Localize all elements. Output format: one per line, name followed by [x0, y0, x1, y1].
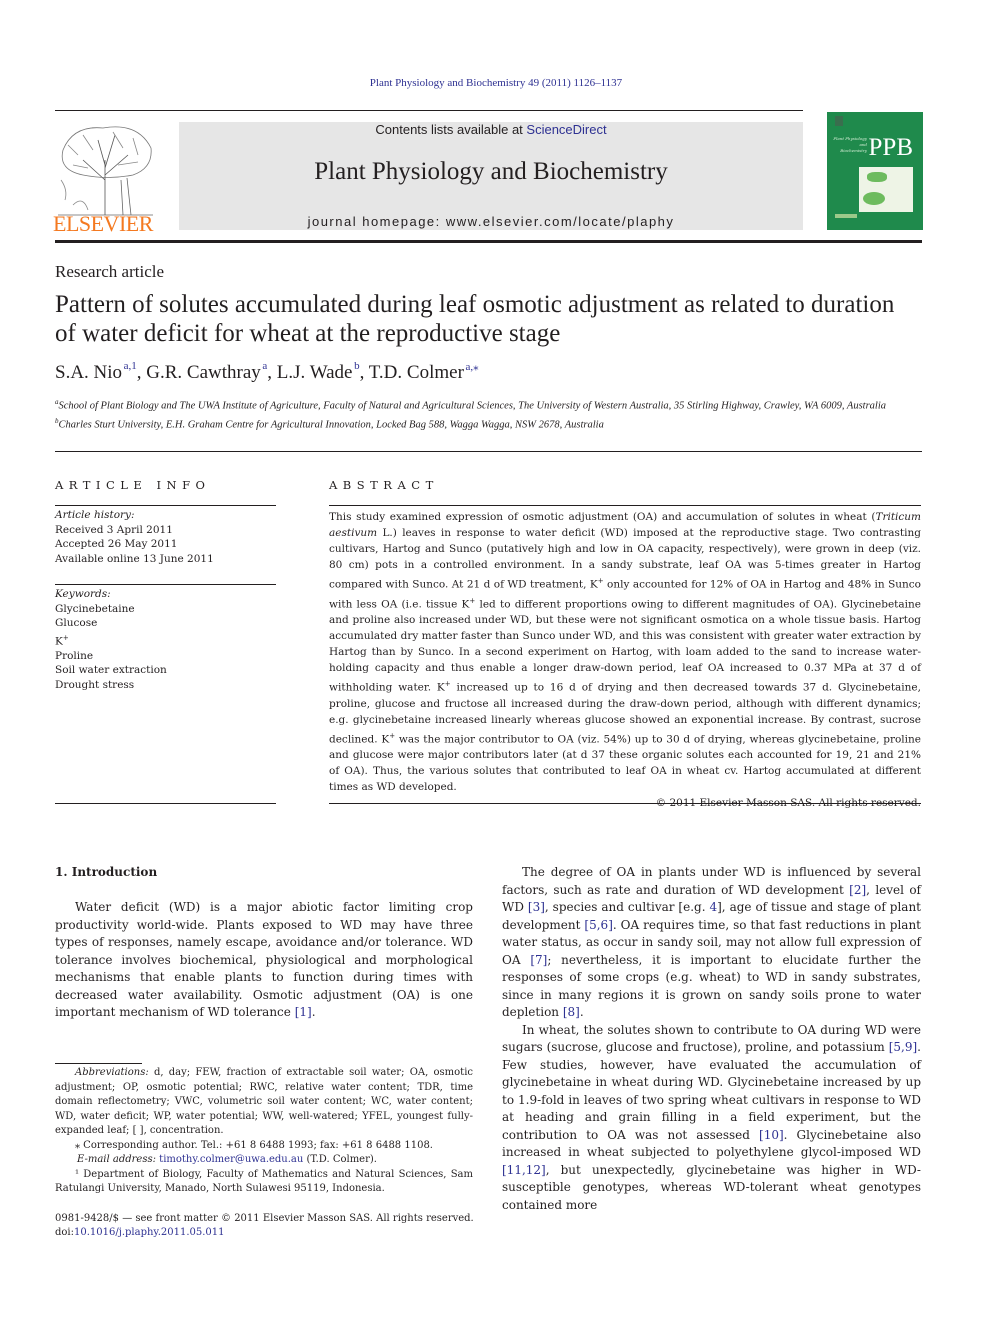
- superscript: +: [62, 633, 69, 642]
- contents-prefix: Contents lists available at: [375, 122, 527, 137]
- reference-link[interactable]: [5,6]: [584, 918, 612, 932]
- section-heading-introduction: 1. Introduction: [55, 865, 158, 879]
- paragraph-text: , but unexpectedly, glycinebetaine was h…: [502, 1162, 921, 1212]
- author-name: S.A. Nio: [55, 362, 123, 383]
- journal-cover-thumbnail[interactable]: Plant Physiology and Biochemistry PPB: [827, 112, 923, 230]
- doi-line: doi:10.1016/j.plaphy.2011.05.011: [55, 1226, 485, 1240]
- front-matter: 0981-9428/$ — see front matter © 2011 El…: [55, 1212, 485, 1240]
- abstract-copyright: © 2011 Elsevier Masson SAS. All rights r…: [655, 797, 921, 809]
- author-affiliation-link[interactable]: b: [354, 360, 360, 372]
- corresponding-author-footnote: ⁎ Corresponding author. Tel.: +61 8 6488…: [75, 1139, 433, 1151]
- contents-line: Contents lists available at ScienceDirec…: [179, 122, 803, 137]
- divider: [55, 803, 276, 804]
- reference-link[interactable]: 4: [709, 900, 717, 914]
- journal-banner: Contents lists available at ScienceDirec…: [179, 122, 803, 230]
- header-thick-rule: [55, 240, 922, 243]
- author-name: L.J. Wade: [276, 362, 353, 383]
- abstract-body: This study examined expression of osmoti…: [329, 509, 921, 811]
- footnotes: Abbreviations: d, day; FEW, fraction of …: [55, 1066, 473, 1197]
- abstract-heading: ABSTRACT: [329, 478, 439, 492]
- affiliation-footnote: ¹ Department of Biology, Faculty of Math…: [55, 1168, 473, 1195]
- affiliation-item: aSchool of Plant Biology and The UWA Ins…: [55, 395, 921, 414]
- sciencedirect-link[interactable]: ScienceDirect: [526, 122, 606, 137]
- keywords-label: Keywords:: [55, 588, 111, 600]
- intro-paragraph: Water deficit (WD) is a major abiotic fa…: [55, 900, 473, 1019]
- history-online: Available online 13 June 2011: [55, 552, 214, 565]
- author-affiliation-link[interactable]: a,⁎: [466, 361, 479, 373]
- email-link[interactable]: timothy.colmer@uwa.edu.au: [159, 1154, 303, 1165]
- cover-abbrev: PPB: [868, 134, 913, 161]
- footnote-label: E-mail address:: [77, 1154, 156, 1165]
- cover-leaf-icon: [863, 192, 885, 205]
- history-received: Received 3 April 2011: [55, 523, 173, 536]
- journal-name: Plant Physiology and Biochemistry: [314, 158, 668, 185]
- footnote-rule: [55, 1063, 142, 1064]
- keyword-item: Proline: [55, 649, 94, 662]
- journal-citation[interactable]: Plant Physiology and Biochemistry 49 (20…: [0, 77, 992, 89]
- paragraph-text: .: [579, 1005, 584, 1019]
- author-list: S.A. Nio a,1, G.R. Cawthray a, L.J. Wade…: [55, 360, 479, 383]
- reference-link[interactable]: [3]: [528, 900, 545, 914]
- paragraph-text: Water deficit (WD) is a major abiotic fa…: [55, 900, 473, 1019]
- journal-homepage[interactable]: journal homepage: www.elsevier.com/locat…: [179, 214, 803, 229]
- cover-publisher-logo-icon: [835, 116, 843, 126]
- author-name: T.D. Colmer: [368, 362, 464, 383]
- issn-line: 0981-9428/$ — see front matter © 2011 El…: [55, 1213, 474, 1224]
- doi-link[interactable]: 10.1016/j.plaphy.2011.05.011: [74, 1227, 225, 1238]
- paragraph-text: . Few studies, however, have evaluated t…: [502, 1040, 921, 1142]
- abstract-text: led to different proportions owing to di…: [329, 598, 921, 694]
- history-label: Article history:: [55, 509, 135, 521]
- paragraph-text: In wheat, the solutes shown to contribut…: [502, 1022, 921, 1055]
- cover-leaf-icon: [867, 172, 887, 182]
- article-title: Pattern of solutes accumulated during le…: [55, 291, 895, 347]
- section-rule: [55, 451, 922, 452]
- article-type: Research article: [55, 262, 165, 281]
- keyword-item: K+: [55, 633, 69, 648]
- divider: [55, 584, 276, 585]
- keyword-item: Glycinebetaine: [55, 602, 135, 615]
- author-name: G.R. Cawthray: [146, 362, 261, 383]
- reference-link[interactable]: [1]: [295, 1005, 312, 1019]
- intro-paragraph: The degree of OA in plants under WD is i…: [502, 864, 921, 1022]
- history-accepted: Accepted 26 May 2011: [55, 538, 178, 550]
- reference-link[interactable]: [10]: [759, 1128, 784, 1142]
- article-history: Article history: Received 3 April 2011 A…: [55, 508, 276, 566]
- author-affiliation-link[interactable]: a,1: [124, 360, 137, 372]
- cover-small-title: Plant Physiology and Biochemistry: [833, 136, 867, 153]
- cover-footer-logo-icon: [835, 214, 857, 218]
- elsevier-wordmark: ELSEVIER: [53, 211, 153, 236]
- affiliation-text: Charles Sturt University, E.H. Graham Ce…: [58, 419, 604, 430]
- footnote-text: (T.D. Colmer).: [303, 1154, 377, 1165]
- footnote-label: Abbreviations:: [75, 1067, 149, 1078]
- abbreviations-footnote: Abbreviations: d, day; FEW, fraction of …: [55, 1066, 473, 1139]
- divider: [55, 505, 276, 506]
- email-footnote: E-mail address: timothy.colmer@uwa.edu.a…: [55, 1153, 473, 1168]
- keywords: Keywords: Glycinebetaine Glucose K+ Prol…: [55, 587, 276, 692]
- reference-link[interactable]: [7]: [530, 953, 547, 967]
- keyword-item: Glucose: [55, 617, 98, 629]
- author-affiliation-link[interactable]: a: [262, 360, 267, 372]
- abstract-paragraph: This study examined expression of osmoti…: [329, 509, 921, 795]
- header-rule: [55, 110, 803, 111]
- affiliation-item: bCharles Sturt University, E.H. Graham C…: [55, 414, 921, 433]
- reference-link[interactable]: [2]: [849, 883, 866, 897]
- abstract-text: was the major contributor to OA (viz. 54…: [329, 733, 921, 793]
- reference-link[interactable]: [5,9]: [889, 1040, 917, 1054]
- intro-left-column: Water deficit (WD) is a major abiotic fa…: [55, 899, 473, 1022]
- intro-right-column: The degree of OA in plants under WD is i…: [502, 864, 921, 1214]
- doi-label: doi:: [55, 1227, 74, 1238]
- affiliation-text: School of Plant Biology and The UWA Inst…: [58, 400, 887, 412]
- keyword-item: Soil water extraction: [55, 664, 167, 676]
- reference-link[interactable]: [11,12]: [502, 1163, 546, 1177]
- reference-link[interactable]: [8]: [563, 1005, 580, 1019]
- keyword-item: Drought stress: [55, 678, 135, 691]
- abstract-text: This study examined expression of osmoti…: [329, 511, 876, 523]
- article-info-heading: ARTICLE INFO: [55, 478, 211, 492]
- paragraph-text: , species and cultivar [e.g.: [544, 900, 710, 914]
- affiliations: aSchool of Plant Biology and The UWA Ins…: [55, 395, 921, 432]
- divider: [329, 505, 921, 506]
- intro-paragraph: In wheat, the solutes shown to contribut…: [502, 1022, 921, 1215]
